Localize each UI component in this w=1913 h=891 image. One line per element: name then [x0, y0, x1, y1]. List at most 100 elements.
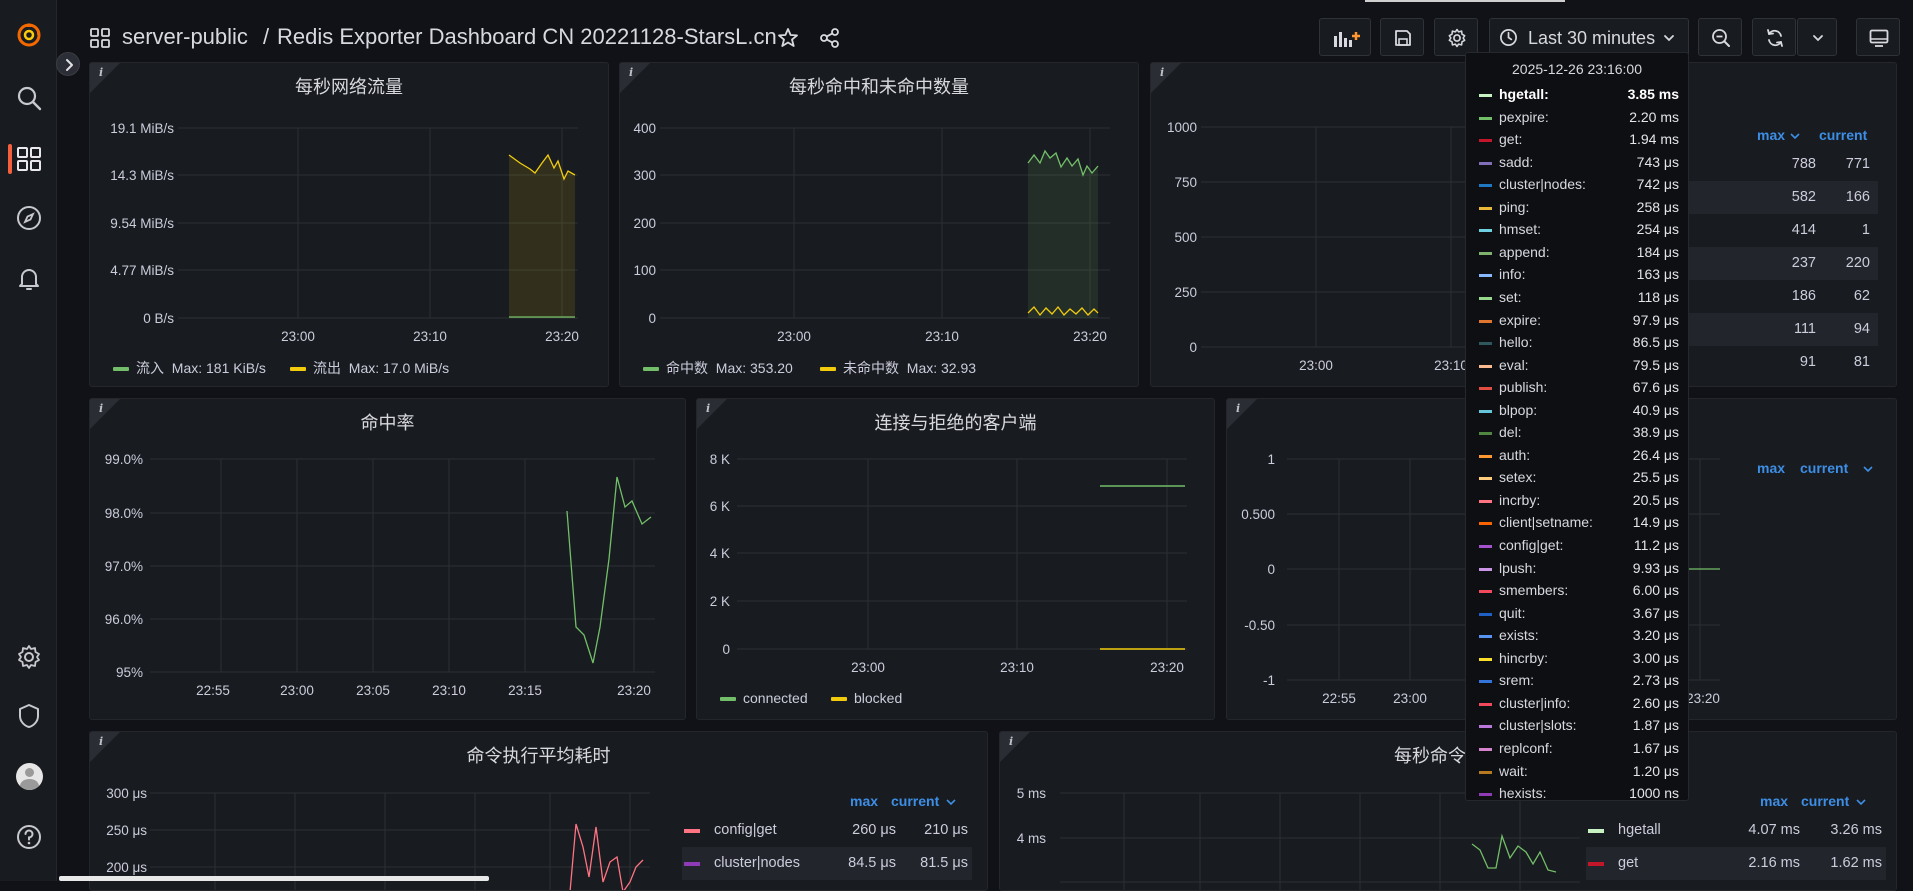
y-tick: 19.1 MiB/s	[110, 121, 174, 136]
series-value: 742 μs	[1636, 176, 1679, 193]
legend-current: 1.62 ms	[1830, 855, 1882, 871]
star-icon[interactable]	[777, 27, 799, 49]
legend-item[interactable]: connected	[720, 690, 808, 706]
series-swatch	[1479, 680, 1492, 684]
chevron-down-icon[interactable]	[1863, 465, 1873, 473]
legend-item[interactable]: 流出 Max: 17.0 MiB/s	[290, 358, 449, 378]
expand-sidebar-button[interactable]	[56, 52, 80, 76]
tooltip-series-row: config|get: 11.2 μs	[1479, 536, 1679, 556]
series-hgetall-line	[1471, 833, 1557, 873]
y-tick: 1000	[1167, 120, 1197, 135]
tooltip-series-row: auth: 26.4 μs	[1479, 446, 1679, 466]
legend-header-max[interactable]: max	[1760, 793, 1788, 809]
legend-item[interactable]: 流入 Max: 181 KiB/s	[113, 358, 266, 378]
series-value: 40.9 μs	[1632, 401, 1679, 418]
share-icon[interactable]	[819, 27, 841, 49]
zoom-out-button[interactable]	[1698, 18, 1742, 56]
legend-current: 210 μs	[924, 822, 968, 838]
y-tick: 0	[722, 642, 730, 657]
alerting-icon[interactable]	[16, 265, 42, 291]
legend-swatch	[684, 829, 700, 833]
legend-row[interactable]: cluster|nodes 84.5 μs 81.5 μs	[682, 847, 972, 880]
series-name: auth:	[1499, 446, 1531, 463]
legend-item[interactable]: blocked	[831, 690, 902, 706]
y-tick: -0.50	[1244, 618, 1275, 633]
x-tick: 23:20	[1150, 660, 1184, 675]
save-dashboard-button[interactable]	[1380, 18, 1424, 56]
legend-swatch	[113, 367, 129, 372]
shield-icon[interactable]	[16, 703, 42, 729]
legend-row[interactable]: get 2.16 ms 1.62 ms	[1586, 847, 1886, 880]
series-swatch	[1479, 590, 1492, 594]
avatar[interactable]	[16, 763, 43, 790]
series-swatch	[1479, 274, 1492, 278]
chevron-down-icon[interactable]	[1856, 798, 1866, 806]
legend-header-current[interactable]: current	[1800, 460, 1848, 476]
view-mode-button[interactable]	[1856, 18, 1900, 56]
legend-row[interactable]: hgetall 4.07 ms 3.26 ms	[1586, 814, 1886, 847]
panel-hit-rate: i 命中率 99.0% 98.0% 97.0% 96.0% 95% 22:55 …	[89, 398, 686, 720]
tooltip-series-row: setex: 25.5 μs	[1479, 468, 1679, 488]
legend-header-current[interactable]: current	[1819, 127, 1867, 143]
legend-name: get	[1618, 855, 1639, 871]
y-tick: 97.0%	[105, 559, 143, 574]
series-name: ping:	[1499, 198, 1530, 215]
series-swatch	[1479, 409, 1492, 413]
legend-header-max[interactable]: max	[1757, 127, 1785, 143]
tooltip-series-row: incrby: 20.5 μs	[1479, 491, 1679, 511]
series-value: 163 μs	[1636, 266, 1679, 283]
grafana-logo-icon[interactable]	[16, 22, 42, 48]
legend-item[interactable]: 命中数 Max: 353.20	[643, 358, 793, 378]
breadcrumb-folder[interactable]: server-public	[122, 24, 248, 50]
chevron-down-icon[interactable]	[946, 798, 956, 806]
settings-icon[interactable]	[16, 644, 42, 670]
legend-max: 2.16 ms	[1748, 855, 1800, 871]
legend-stat: Max: 353.20	[715, 360, 793, 376]
hit-rate-chart: 99.0% 98.0% 97.0% 96.0% 95% 22:55 23:00 …	[105, 452, 655, 698]
y-tick: 400	[633, 121, 656, 136]
legend-current: 1	[1861, 222, 1870, 238]
gear-icon	[1448, 28, 1466, 48]
tooltip-series-row: client|setname: 14.9 μs	[1479, 513, 1679, 533]
legend-item[interactable]: 未命中数 Max: 32.93	[820, 358, 976, 378]
page-title[interactable]: Redis Exporter Dashboard CN 20221128-Sta…	[277, 24, 777, 50]
series-value: 254 μs	[1636, 221, 1679, 238]
series-value: 2.73 μs	[1632, 672, 1679, 689]
legend-header-current[interactable]: current	[891, 793, 939, 809]
y-tick: 4 ms	[1017, 831, 1047, 846]
explore-icon[interactable]	[16, 205, 42, 231]
search-icon[interactable]	[16, 85, 42, 111]
series-name: lpush:	[1499, 559, 1537, 576]
horizontal-scrollbar[interactable]	[59, 876, 489, 881]
add-panel-button[interactable]	[1319, 18, 1371, 56]
series-swatch	[1479, 545, 1492, 548]
refresh-interval-dropdown[interactable]	[1797, 18, 1837, 56]
legend-current: 166	[1845, 189, 1870, 205]
legend-max: 582	[1791, 189, 1816, 205]
series-value: 79.5 μs	[1632, 356, 1679, 373]
series-value: 3.67 μs	[1632, 604, 1679, 621]
legend-header-current[interactable]: current	[1801, 793, 1849, 809]
series-swatch	[1479, 229, 1492, 233]
refresh-button[interactable]	[1752, 18, 1796, 56]
legend-current: 81	[1853, 354, 1870, 370]
series-name: blpop:	[1499, 401, 1538, 418]
tooltip-series-row: lpush: 9.93 μs	[1479, 559, 1679, 579]
dashboard-settings-button[interactable]	[1434, 18, 1478, 56]
x-tick: 22:55	[196, 683, 230, 698]
series-swatch	[1479, 612, 1492, 616]
y-tick: 6 K	[710, 499, 730, 514]
legend-row[interactable]: config|get 260 μs 210 μs	[682, 814, 972, 847]
dashboards-icon[interactable]	[16, 146, 42, 172]
help-icon[interactable]	[16, 824, 42, 850]
x-tick: 23:10	[1434, 358, 1468, 373]
y-tick: 500	[1174, 230, 1197, 245]
legend-header-max[interactable]: max	[1757, 460, 1785, 476]
y-tick: 300 μs	[106, 786, 147, 801]
top-scroll-indicator	[1365, 0, 1565, 2]
series-name: expire:	[1499, 311, 1542, 328]
legend-header-max[interactable]: max	[850, 793, 878, 809]
series-swatch	[1479, 657, 1492, 661]
time-range-picker[interactable]: Last 30 minutes	[1489, 18, 1689, 56]
y-tick: 250	[1174, 285, 1197, 300]
